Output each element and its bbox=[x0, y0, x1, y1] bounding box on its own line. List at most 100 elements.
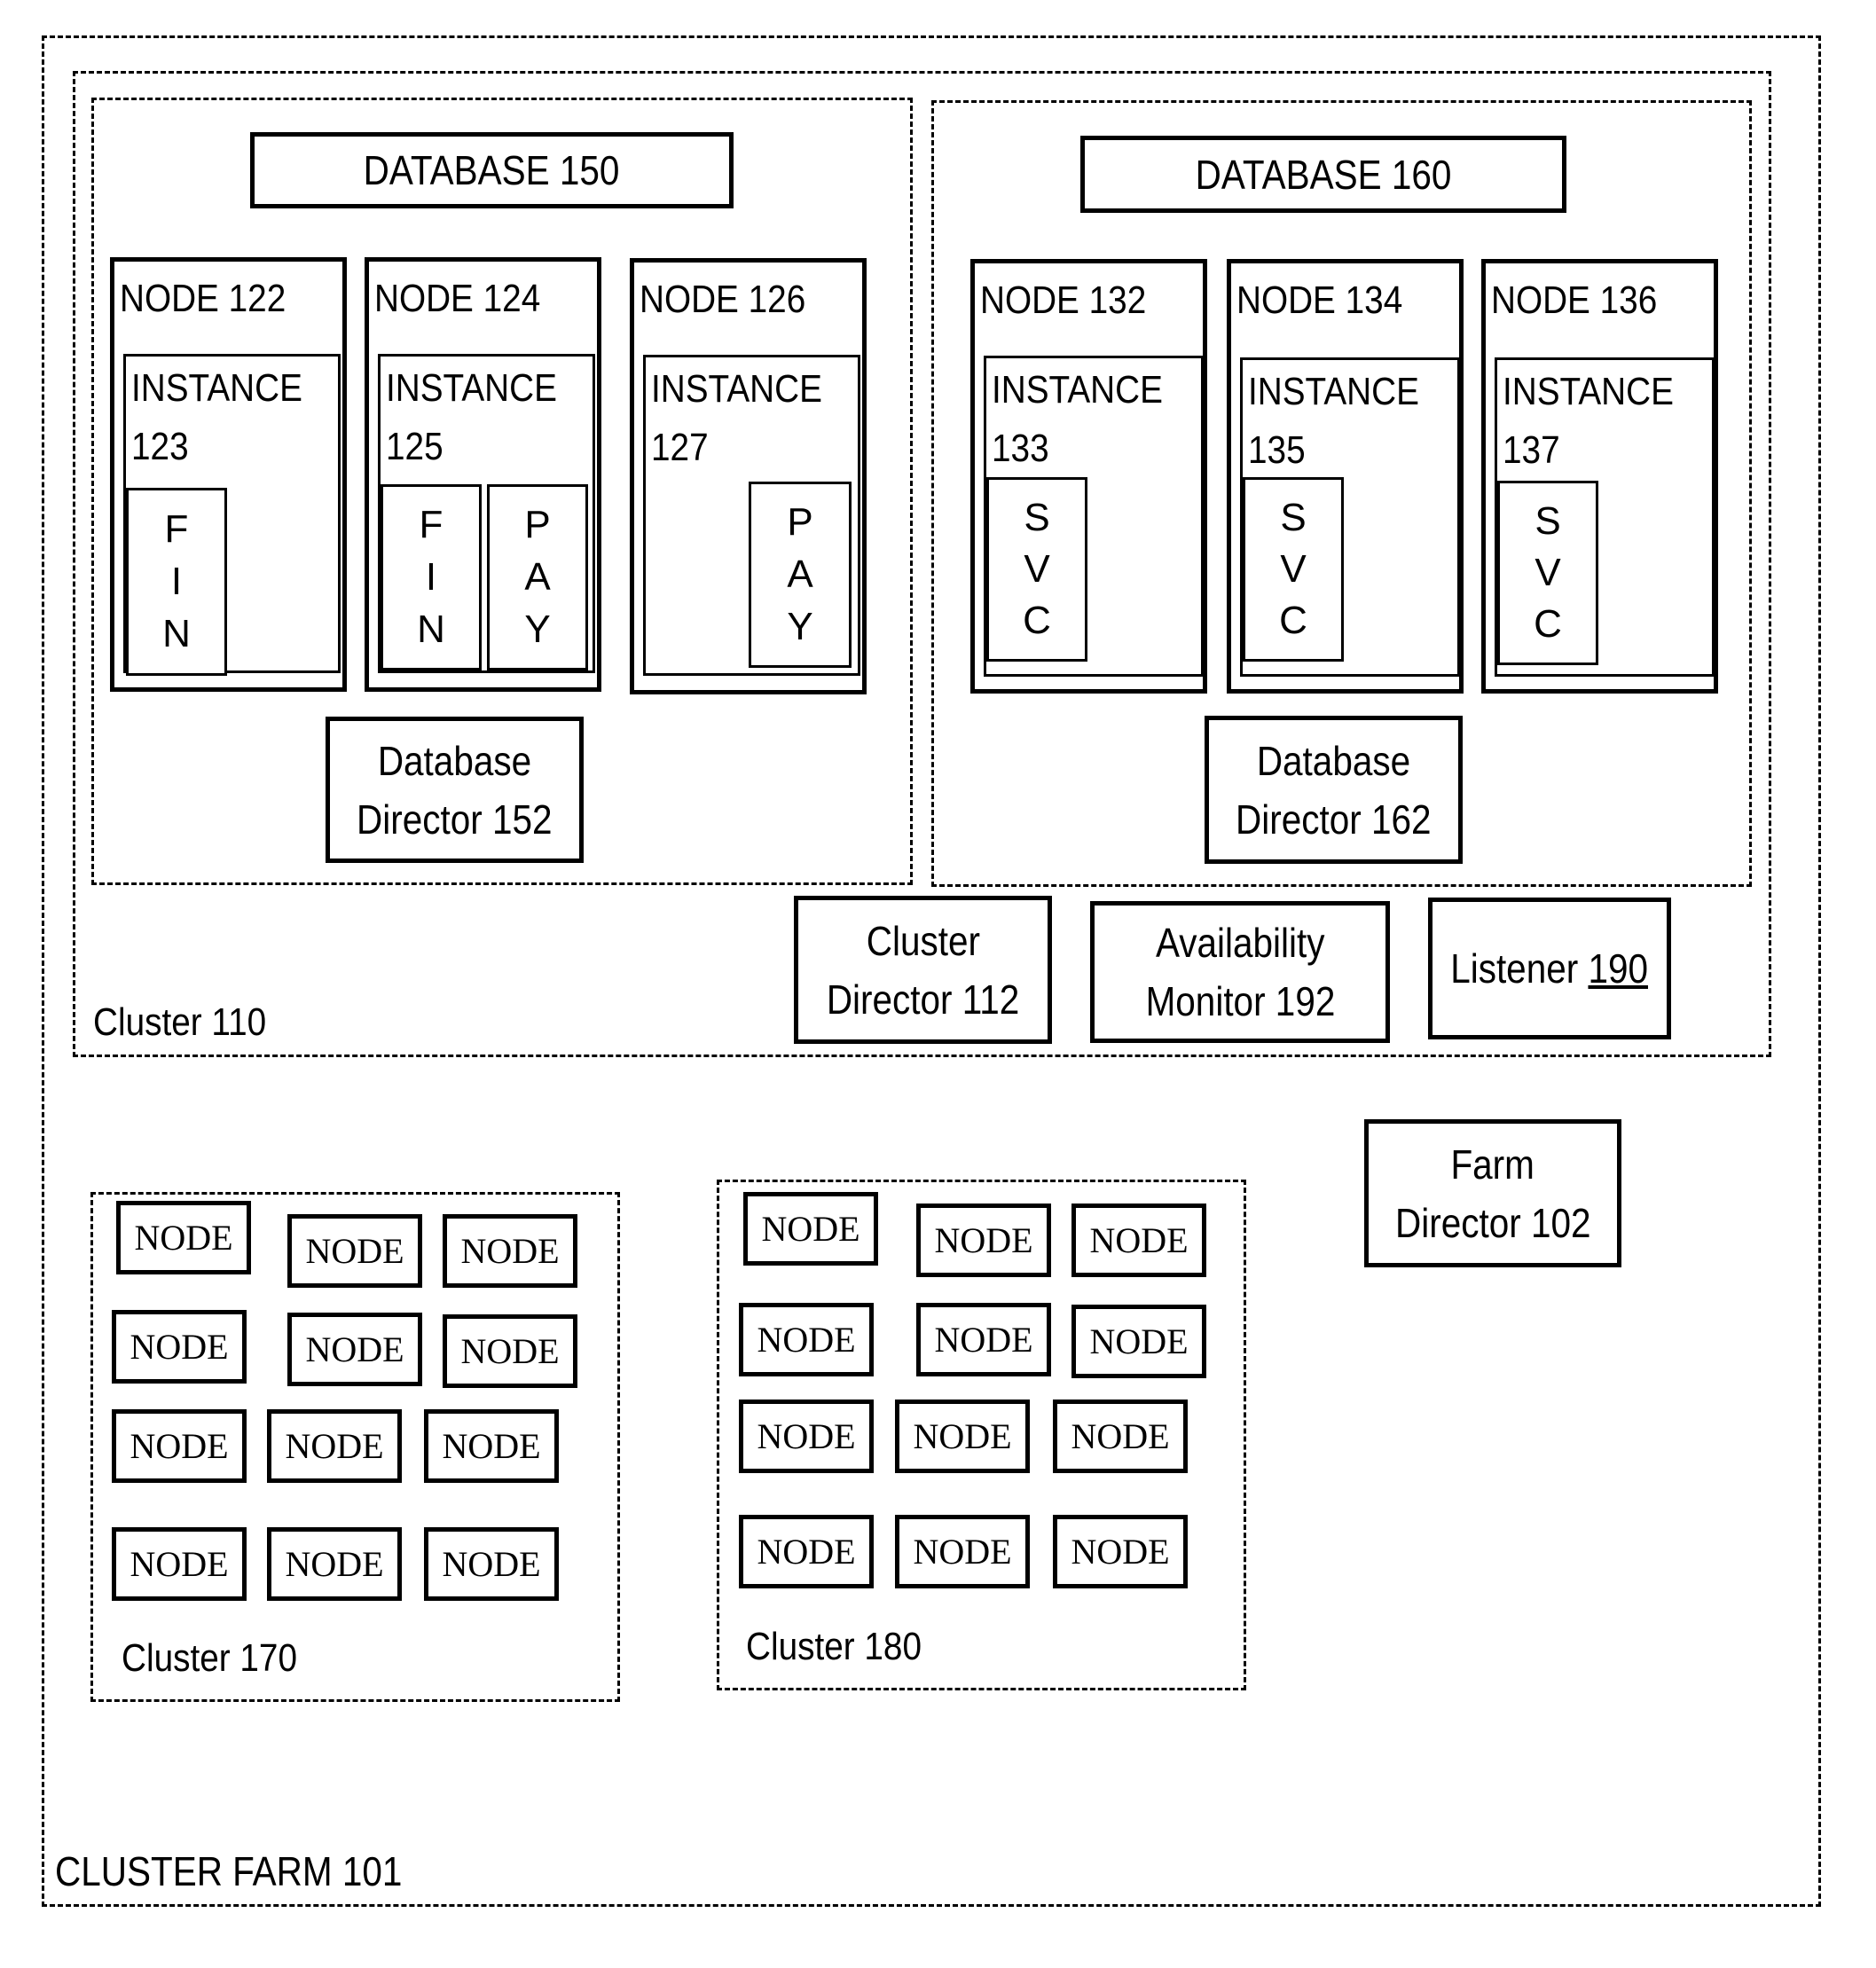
node-126-label: NODE 126 bbox=[640, 278, 806, 321]
node-124-label: NODE 124 bbox=[374, 277, 541, 320]
service-letter: S bbox=[1280, 496, 1307, 539]
node-label: NODE bbox=[1089, 1321, 1189, 1361]
service-letter: A bbox=[524, 554, 551, 599]
listener-label: Listener 190 bbox=[1451, 939, 1649, 998]
node-label: NODE bbox=[934, 1320, 1033, 1360]
instance-133-number: 133 bbox=[992, 427, 1049, 470]
database-director-152-line2: Director 152 bbox=[357, 796, 553, 843]
service-letter: C bbox=[1279, 599, 1307, 642]
node-label: NODE bbox=[757, 1532, 856, 1572]
instance-133-label: INSTANCE bbox=[992, 368, 1163, 412]
cluster180-node[interactable]: NODE bbox=[916, 1204, 1051, 1277]
availability-monitor-line1: Availability bbox=[1155, 920, 1325, 966]
farm-director-102[interactable]: Farm Director 102 bbox=[1364, 1119, 1621, 1267]
cluster170-node[interactable]: NODE bbox=[112, 1310, 247, 1384]
service-letter: N bbox=[417, 607, 445, 651]
instance-123-label: INSTANCE bbox=[131, 366, 302, 410]
instance-135-number: 135 bbox=[1248, 428, 1306, 472]
node-132[interactable]: NODE 132 INSTANCE 133 S V C bbox=[970, 259, 1207, 694]
service-letter: V bbox=[1280, 547, 1307, 591]
node-label: NODE bbox=[1071, 1416, 1170, 1456]
database-160-title: DATABASE 160 bbox=[1195, 151, 1452, 198]
service-letter: A bbox=[787, 552, 813, 596]
node-132-label: NODE 132 bbox=[980, 278, 1147, 322]
cluster170-node[interactable]: NODE bbox=[267, 1527, 402, 1601]
cluster170-node[interactable]: NODE bbox=[112, 1527, 247, 1601]
cluster170-node[interactable]: NODE bbox=[112, 1409, 247, 1483]
listener-190[interactable]: Listener 190 bbox=[1428, 898, 1671, 1039]
cluster180-node[interactable]: NODE bbox=[1071, 1204, 1206, 1277]
service-letter: S bbox=[1024, 496, 1050, 539]
node-136[interactable]: NODE 136 INSTANCE 137 S V C bbox=[1481, 259, 1718, 694]
node-126[interactable]: NODE 126 INSTANCE 127 P A Y bbox=[630, 258, 867, 694]
cluster-director-112[interactable]: Cluster Director 112 bbox=[794, 896, 1052, 1044]
farm-director-line1: Farm bbox=[1450, 1141, 1535, 1188]
service-svc[interactable]: S V C bbox=[1497, 481, 1598, 665]
instance-137[interactable]: INSTANCE 137 S V C bbox=[1495, 357, 1715, 677]
database-director-162-line1: Database bbox=[1256, 737, 1411, 784]
node-label: NODE bbox=[442, 1544, 541, 1584]
cluster-110-label: Cluster 110 bbox=[93, 1000, 267, 1044]
cluster170-node[interactable]: NODE bbox=[287, 1214, 422, 1288]
instance-137-label: INSTANCE bbox=[1503, 370, 1674, 413]
node-124[interactable]: NODE 124 INSTANCE 125 F I N P A Y bbox=[365, 257, 601, 692]
node-label: NODE bbox=[460, 1231, 560, 1271]
cluster180-node[interactable]: NODE bbox=[1053, 1515, 1188, 1588]
node-label: NODE bbox=[305, 1329, 404, 1369]
service-letter: Y bbox=[524, 607, 551, 651]
cluster170-node[interactable]: NODE bbox=[424, 1527, 559, 1601]
cluster180-node[interactable]: NODE bbox=[739, 1303, 874, 1376]
availability-monitor-192[interactable]: Availability Monitor 192 bbox=[1090, 901, 1390, 1043]
service-fin[interactable]: F I N bbox=[126, 488, 227, 676]
service-svc[interactable]: S V C bbox=[1243, 477, 1344, 662]
database-director-162-line2: Director 162 bbox=[1236, 796, 1432, 843]
node-label: NODE bbox=[460, 1331, 560, 1371]
instance-135[interactable]: INSTANCE 135 S V C bbox=[1240, 357, 1460, 677]
node-122[interactable]: NODE 122 INSTANCE 123 F I N bbox=[110, 257, 347, 692]
cluster170-node[interactable]: NODE bbox=[443, 1214, 577, 1288]
node-134[interactable]: NODE 134 INSTANCE 135 S V C bbox=[1227, 259, 1464, 694]
node-label: NODE bbox=[913, 1416, 1012, 1456]
service-svc[interactable]: S V C bbox=[986, 477, 1087, 662]
service-pay[interactable]: P A Y bbox=[487, 484, 588, 670]
service-fin[interactable]: F I N bbox=[381, 484, 482, 670]
instance-125-number: 125 bbox=[386, 425, 443, 468]
service-letter: V bbox=[1024, 547, 1050, 591]
cluster170-node[interactable]: NODE bbox=[424, 1409, 559, 1483]
service-letter: S bbox=[1535, 499, 1561, 543]
node-label: NODE bbox=[285, 1544, 384, 1584]
database-150-box[interactable]: DATABASE 150 bbox=[250, 132, 734, 208]
instance-133[interactable]: INSTANCE 133 S V C bbox=[984, 356, 1204, 677]
farm-director-line2: Director 102 bbox=[1394, 1199, 1591, 1246]
service-letter: N bbox=[162, 612, 191, 656]
cluster-180-label: Cluster 180 bbox=[746, 1625, 922, 1668]
instance-127[interactable]: INSTANCE 127 P A Y bbox=[643, 355, 860, 676]
cluster170-node[interactable]: NODE bbox=[116, 1201, 251, 1274]
cluster180-node[interactable]: NODE bbox=[916, 1303, 1051, 1376]
database-160-box[interactable]: DATABASE 160 bbox=[1080, 136, 1566, 213]
instance-125[interactable]: INSTANCE 125 F I N P A Y bbox=[378, 354, 595, 673]
cluster170-node[interactable]: NODE bbox=[443, 1314, 577, 1388]
cluster180-node[interactable]: NODE bbox=[743, 1192, 878, 1266]
database-director-152[interactable]: Database Director 152 bbox=[326, 717, 584, 863]
database-150-title: DATABASE 150 bbox=[364, 147, 620, 193]
cluster180-node[interactable]: NODE bbox=[1053, 1400, 1188, 1473]
service-letter: I bbox=[170, 559, 183, 603]
node-label: NODE bbox=[130, 1426, 229, 1466]
database-director-162[interactable]: Database Director 162 bbox=[1205, 716, 1463, 864]
instance-125-label: INSTANCE bbox=[386, 366, 557, 410]
cluster-director-112-line1: Cluster bbox=[866, 917, 980, 964]
listener-text: Listener bbox=[1450, 945, 1589, 992]
service-pay[interactable]: P A Y bbox=[749, 482, 852, 668]
cluster180-node[interactable]: NODE bbox=[1071, 1305, 1206, 1378]
instance-123[interactable]: INSTANCE 123 F I N bbox=[123, 354, 341, 676]
cluster180-node[interactable]: NODE bbox=[895, 1400, 1030, 1473]
availability-monitor-line2: Monitor 192 bbox=[1145, 978, 1335, 1024]
cluster180-node[interactable]: NODE bbox=[739, 1515, 874, 1588]
cluster170-node[interactable]: NODE bbox=[287, 1313, 422, 1386]
node-label: NODE bbox=[130, 1327, 229, 1367]
service-letter: Y bbox=[787, 604, 813, 648]
cluster180-node[interactable]: NODE bbox=[895, 1515, 1030, 1588]
cluster180-node[interactable]: NODE bbox=[739, 1400, 874, 1473]
cluster170-node[interactable]: NODE bbox=[267, 1409, 402, 1483]
